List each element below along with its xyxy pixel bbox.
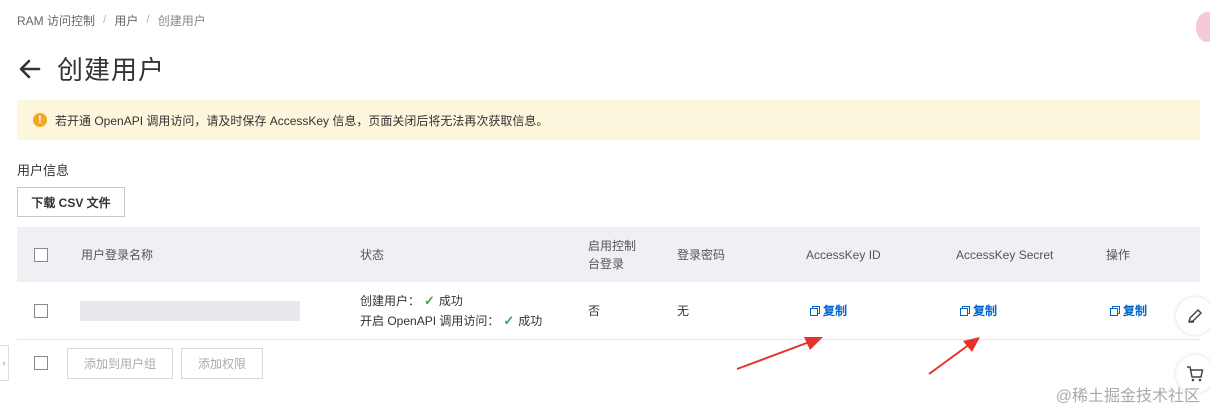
action-cell: 复制 <box>1110 282 1147 339</box>
watermark-text: @稀土掘金技术社区 <box>1055 388 1200 405</box>
copy-all-label: 复制 <box>1123 304 1148 318</box>
copy-accesskey-secret-button[interactable]: 复制 <box>960 302 997 319</box>
user-table: 用户登录名称 状态 启用控制 台登录 登录密码 AccessKey ID Acc… <box>17 227 1200 340</box>
table-row: 创建用户： ✓ 成功 开启 OpenAPI 调用访问： ✓ 成功 否 无 复制 <box>17 282 1200 340</box>
header-accesskey-secret: AccessKey Secret <box>956 247 1054 262</box>
title-row: 创建用户 <box>17 50 165 87</box>
breadcrumb-item-current: 创建用户 <box>157 14 206 28</box>
header-console-line1: 启用控制 <box>588 238 637 253</box>
cart-icon <box>1187 366 1204 382</box>
select-all-checkbox[interactable] <box>34 247 48 262</box>
status-create-user: 创建用户： ✓ 成功 <box>360 291 542 311</box>
row-select-cell <box>34 282 48 339</box>
add-permission-button[interactable]: 添加权限 <box>181 348 263 379</box>
status-openapi-label: 开启 OpenAPI 调用访问： <box>360 313 500 328</box>
copy-icon <box>810 306 820 316</box>
status-create-result: 成功 <box>438 293 463 308</box>
status-create-label: 创建用户： <box>360 293 421 308</box>
page-title: 创建用户 <box>57 55 166 85</box>
header-name: 用户登录名称 <box>81 248 154 262</box>
download-csv-button[interactable]: 下载 CSV 文件 <box>17 187 125 217</box>
breadcrumb-separator: / <box>146 12 150 26</box>
copy-accesskey-secret-label: 复制 <box>973 304 998 318</box>
avatar[interactable] <box>1196 12 1210 42</box>
add-to-group-button[interactable]: 添加到用户组 <box>67 348 173 379</box>
status-list: 创建用户： ✓ 成功 开启 OpenAPI 调用访问： ✓ 成功 <box>360 291 542 331</box>
edit-float-button[interactable] <box>1176 297 1210 335</box>
status-openapi: 开启 OpenAPI 调用访问： ✓ 成功 <box>360 311 542 331</box>
status-openapi-result: 成功 <box>518 313 543 328</box>
warning-icon: ! <box>33 113 47 127</box>
table-header: 用户登录名称 状态 启用控制 台登录 登录密码 AccessKey ID Acc… <box>17 227 1200 282</box>
password-value: 无 <box>677 304 690 318</box>
header-console-login: 启用控制 台登录 <box>588 227 636 282</box>
copy-icon <box>1110 306 1120 316</box>
user-name-cell <box>80 282 300 339</box>
copy-accesskey-id-label: 复制 <box>823 304 848 318</box>
footer-checkbox[interactable] <box>34 356 48 370</box>
section-title: 用户信息 <box>17 163 70 178</box>
header-accesskey-id: AccessKey ID <box>806 247 881 262</box>
accesskey-id-cell: 复制 <box>810 282 847 339</box>
header-console-line2: 台登录 <box>588 256 625 271</box>
accesskey-secret-cell: 复制 <box>960 282 997 339</box>
breadcrumb: RAM 访问控制 / 用户 / 创建用户 <box>17 12 206 29</box>
copy-icon <box>960 306 970 316</box>
notice-text: 若开通 OpenAPI 调用访问，请及时保存 AccessKey 信息，页面关闭… <box>55 113 549 128</box>
breadcrumb-item-users[interactable]: 用户 <box>114 12 138 29</box>
collapse-left-tab[interactable]: ‹ <box>0 345 9 381</box>
pencil-icon <box>1188 309 1202 323</box>
breadcrumb-separator: / <box>103 12 107 26</box>
redacted-username <box>80 300 300 321</box>
header-status: 状态 <box>360 248 385 262</box>
breadcrumb-item-ram[interactable]: RAM 访问控制 <box>17 12 95 29</box>
check-icon: ✓ <box>424 292 435 308</box>
warning-notice: ! 若开通 OpenAPI 调用访问，请及时保存 AccessKey 信息，页面… <box>17 100 1200 140</box>
copy-all-button[interactable]: 复制 <box>1110 302 1147 319</box>
back-arrow-icon[interactable] <box>17 56 43 82</box>
header-password: 登录密码 <box>677 248 726 262</box>
table-footer: 添加到用户组 添加权限 <box>17 341 1200 386</box>
header-action: 操作 <box>1106 248 1131 262</box>
console-login-value: 否 <box>588 304 601 318</box>
select-all-cell <box>34 227 48 282</box>
check-icon: ✓ <box>503 312 515 328</box>
row-checkbox[interactable] <box>34 303 48 318</box>
copy-accesskey-id-button[interactable]: 复制 <box>810 302 847 319</box>
status-cell: 创建用户： ✓ 成功 开启 OpenAPI 调用访问： ✓ 成功 <box>360 282 542 339</box>
